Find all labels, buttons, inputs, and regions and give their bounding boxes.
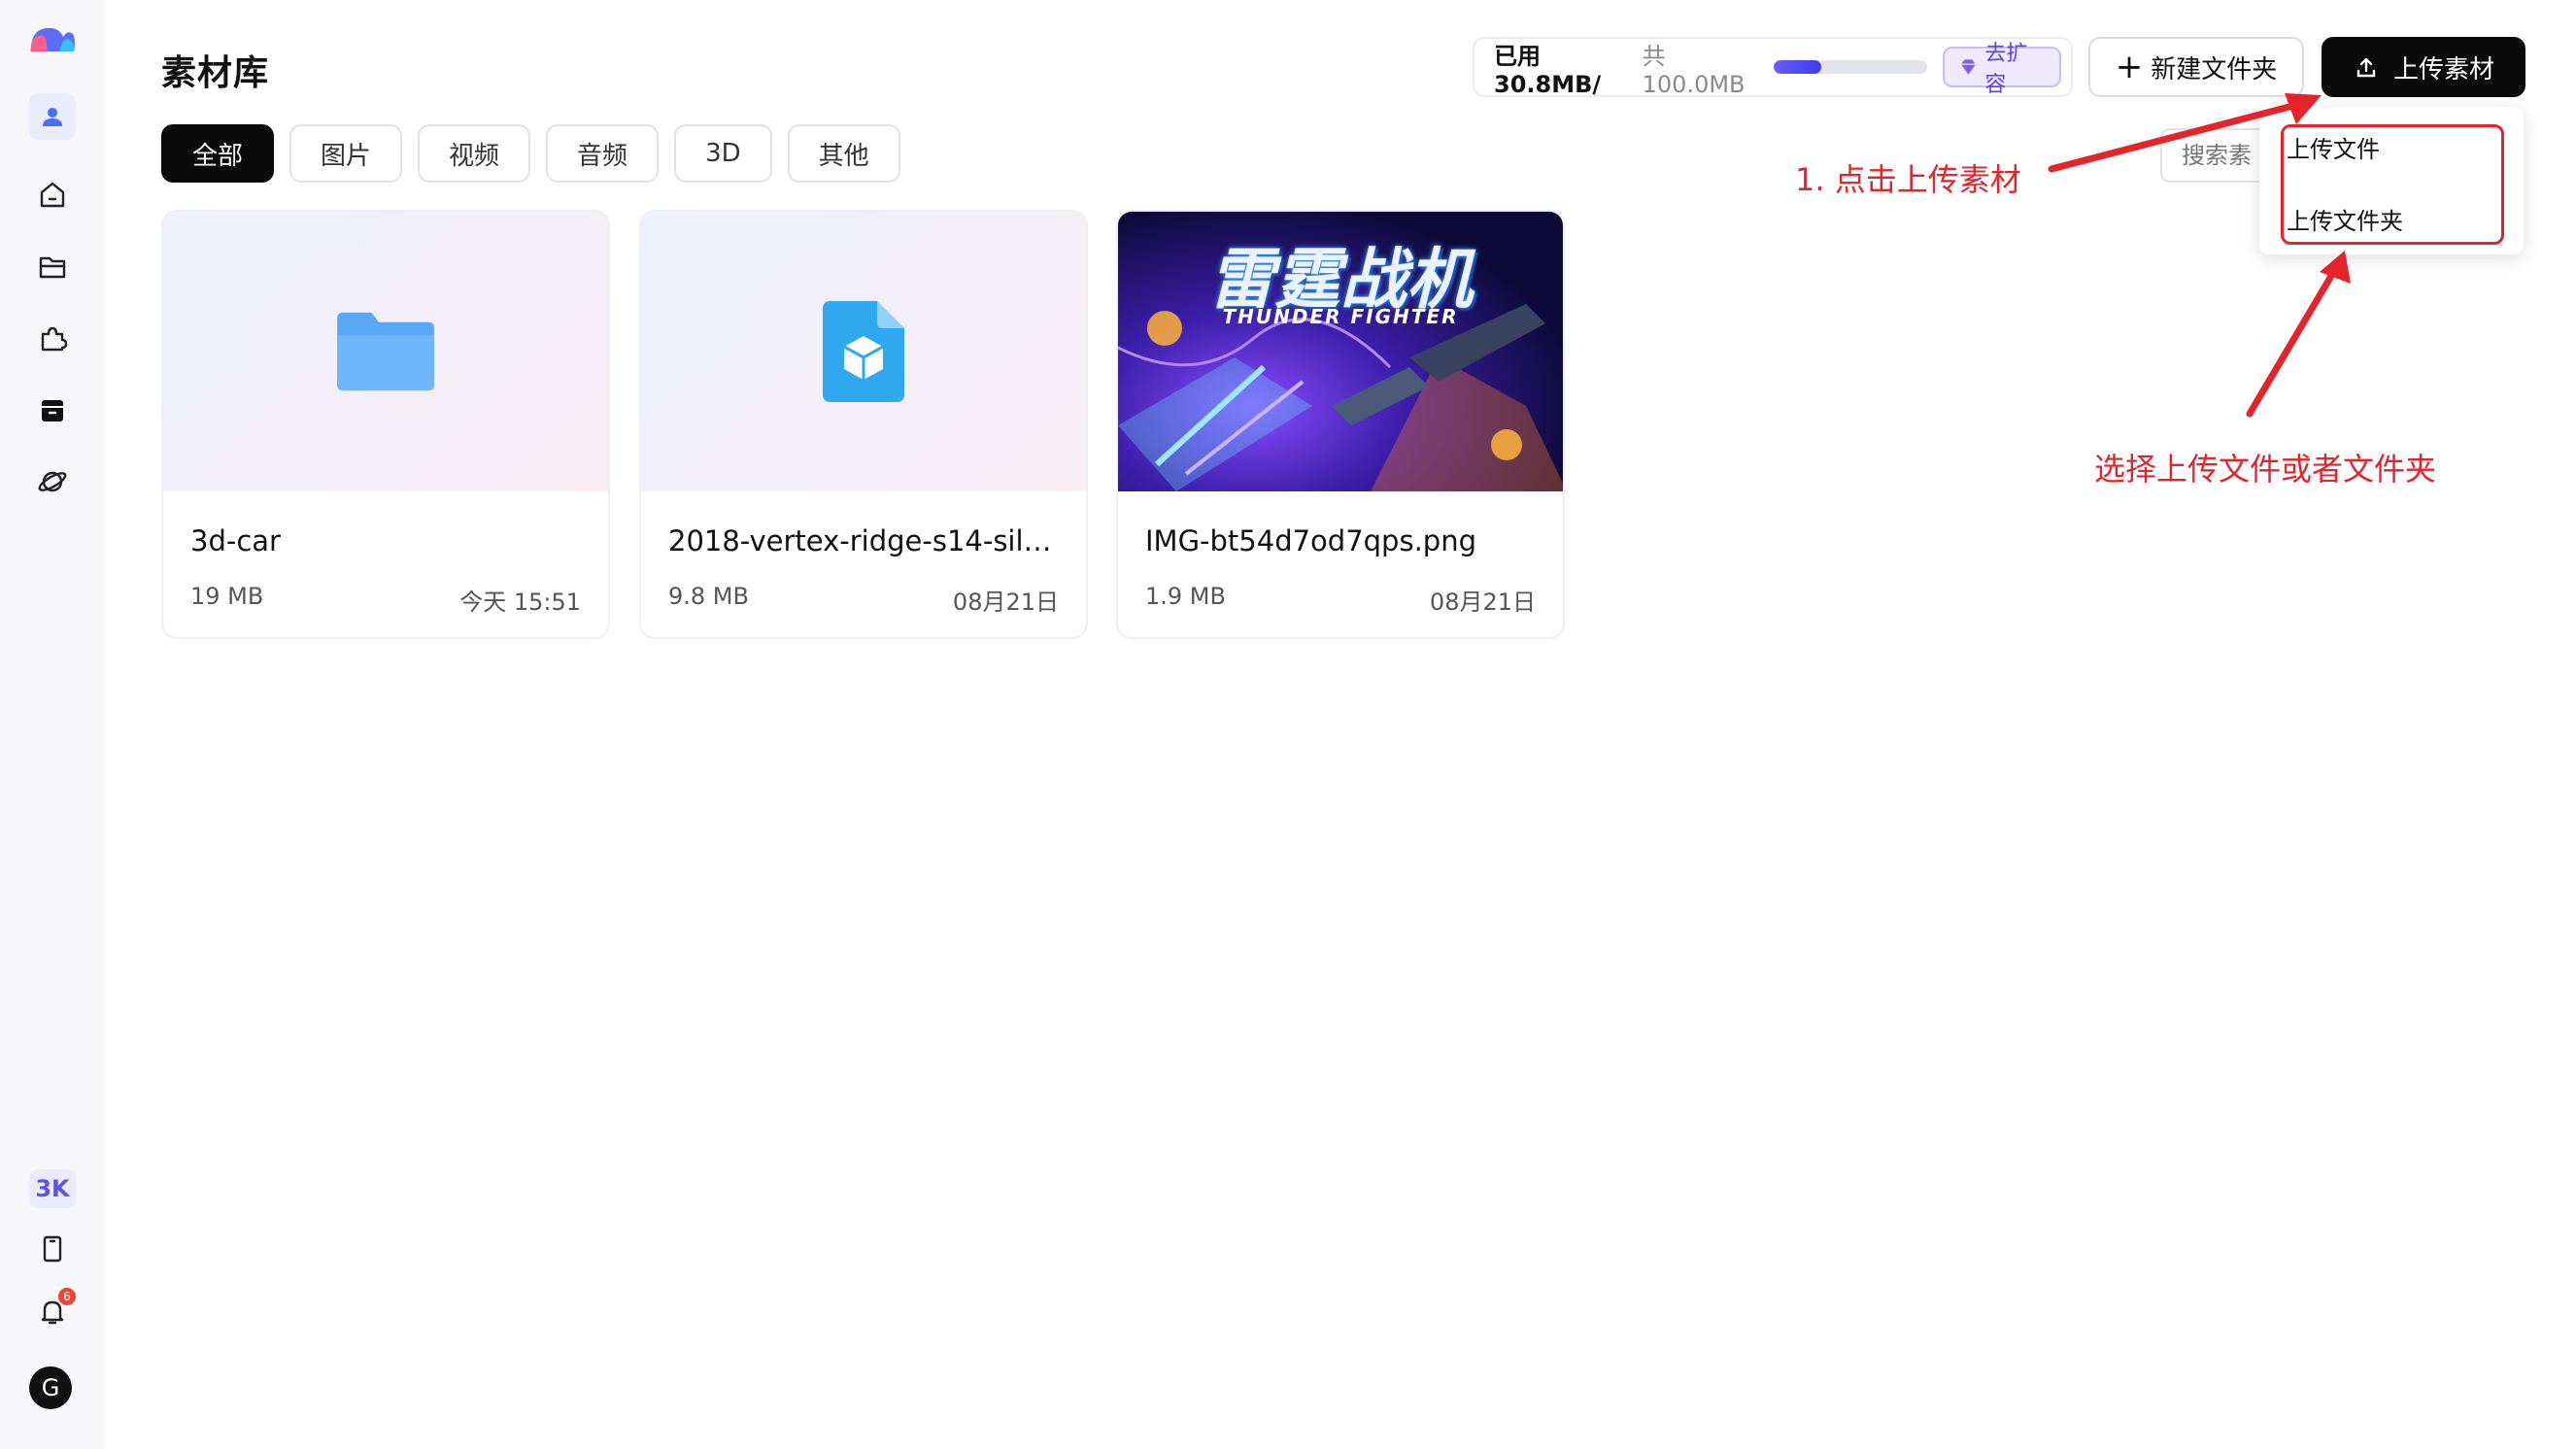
asset-card-3d-model[interactable]: 2018-vertex-ridge-s14-silvi... 9.8 MB 08… [639, 210, 1088, 639]
card-date: 08月21日 [1429, 589, 1536, 616]
upload-button[interactable]: 上传素材 [2322, 37, 2525, 97]
storage-usage: 已用30.8MB/ 共100.0MB 去扩容 [1473, 37, 2073, 98]
filter-tabs: 全部 图片 视频 音频 3D 其他 [161, 124, 916, 183]
card-thumbnail-image: 雷霆战机 THUNDER FIGHTER [1118, 212, 1563, 491]
arrow-to-dropdown [2246, 262, 2341, 418]
tab-images[interactable]: 图片 [289, 124, 403, 183]
expand-storage-button[interactable]: 去扩容 [1943, 42, 2062, 97]
user-icon [43, 108, 62, 126]
page-title: 素材库 [161, 53, 270, 93]
app-logo[interactable] [25, 16, 80, 62]
tab-videos[interactable]: 视频 [418, 124, 531, 183]
sidebar-item-files[interactable] [29, 243, 76, 289]
card-thumbnail [163, 212, 608, 491]
credits-badge[interactable]: 3K [29, 1169, 76, 1208]
card-date: 今天 15:51 [459, 589, 581, 616]
logo-icon [30, 27, 75, 51]
notification-count: 6 [58, 1288, 76, 1305]
tab-other[interactable]: 其他 [787, 124, 900, 183]
plus-icon: + [2115, 48, 2144, 86]
annotation-step1: 1. 点击上传素材 [1795, 161, 2021, 198]
card-size: 9.8 MB [668, 583, 749, 610]
sidebar-item-profile[interactable] [29, 93, 76, 140]
tab-audio[interactable]: 音频 [546, 124, 660, 183]
sidebar-item-assets[interactable] [29, 387, 76, 433]
sidebar-item-explore[interactable] [29, 458, 76, 505]
sidebar-item-device[interactable] [29, 1226, 76, 1272]
card-name: 3d-car [190, 524, 281, 557]
storage-progress-bar [1774, 60, 1928, 74]
new-folder-label: 新建文件夹 [2151, 54, 2278, 84]
sidebar-item-plugins[interactable] [29, 315, 76, 361]
sidebar-item-notifications[interactable]: 6 [29, 1288, 76, 1334]
poster-subtitle: THUNDER FIGHTER [1222, 305, 1459, 328]
avatar[interactable]: G [29, 1366, 72, 1409]
folder-icon [337, 312, 434, 391]
sidebar-item-home[interactable] [29, 171, 76, 218]
card-name: IMG-bt54d7od7qps.png [1145, 524, 1476, 557]
tablet-icon [43, 1235, 62, 1263]
home-icon [40, 182, 65, 208]
card-size: 19 MB [190, 583, 264, 610]
upload-label: 上传素材 [2392, 54, 2494, 84]
tab-all[interactable]: 全部 [161, 124, 275, 183]
archive-icon [42, 400, 63, 421]
planet-icon [38, 471, 67, 492]
upload-icon [2356, 57, 2376, 78]
card-thumbnail [641, 212, 1086, 491]
card-size: 1.9 MB [1145, 583, 1226, 610]
annotation-highlight-box [2281, 124, 2504, 245]
storage-used: 已用30.8MB/ [1494, 42, 1602, 98]
puzzle-icon [41, 326, 68, 352]
asset-card-image[interactable]: 雷霆战机 THUNDER FIGHTER IMG-bt54d7od7qps.pn… [1116, 210, 1565, 639]
sidebar: 3K 6 G [0, 0, 105, 1449]
card-date: 08月21日 [952, 589, 1059, 616]
card-name: 2018-vertex-ridge-s14-silvi... [668, 524, 1067, 557]
asset-card-folder[interactable]: 3d-car 19 MB 今天 15:51 [161, 210, 610, 639]
expand-storage-label: 去扩容 [1984, 42, 2028, 97]
3d-file-icon [823, 301, 904, 402]
storage-total: 共100.0MB [1642, 42, 1746, 98]
diamond-icon [1961, 59, 1977, 75]
annotation-step2: 选择上传文件或者文件夹 [2094, 451, 2437, 488]
tab-3d[interactable]: 3D [674, 124, 772, 183]
new-folder-button[interactable]: + 新建文件夹 [2088, 37, 2304, 97]
storage-progress-fill [1774, 60, 1822, 74]
folder-icon [39, 256, 66, 279]
